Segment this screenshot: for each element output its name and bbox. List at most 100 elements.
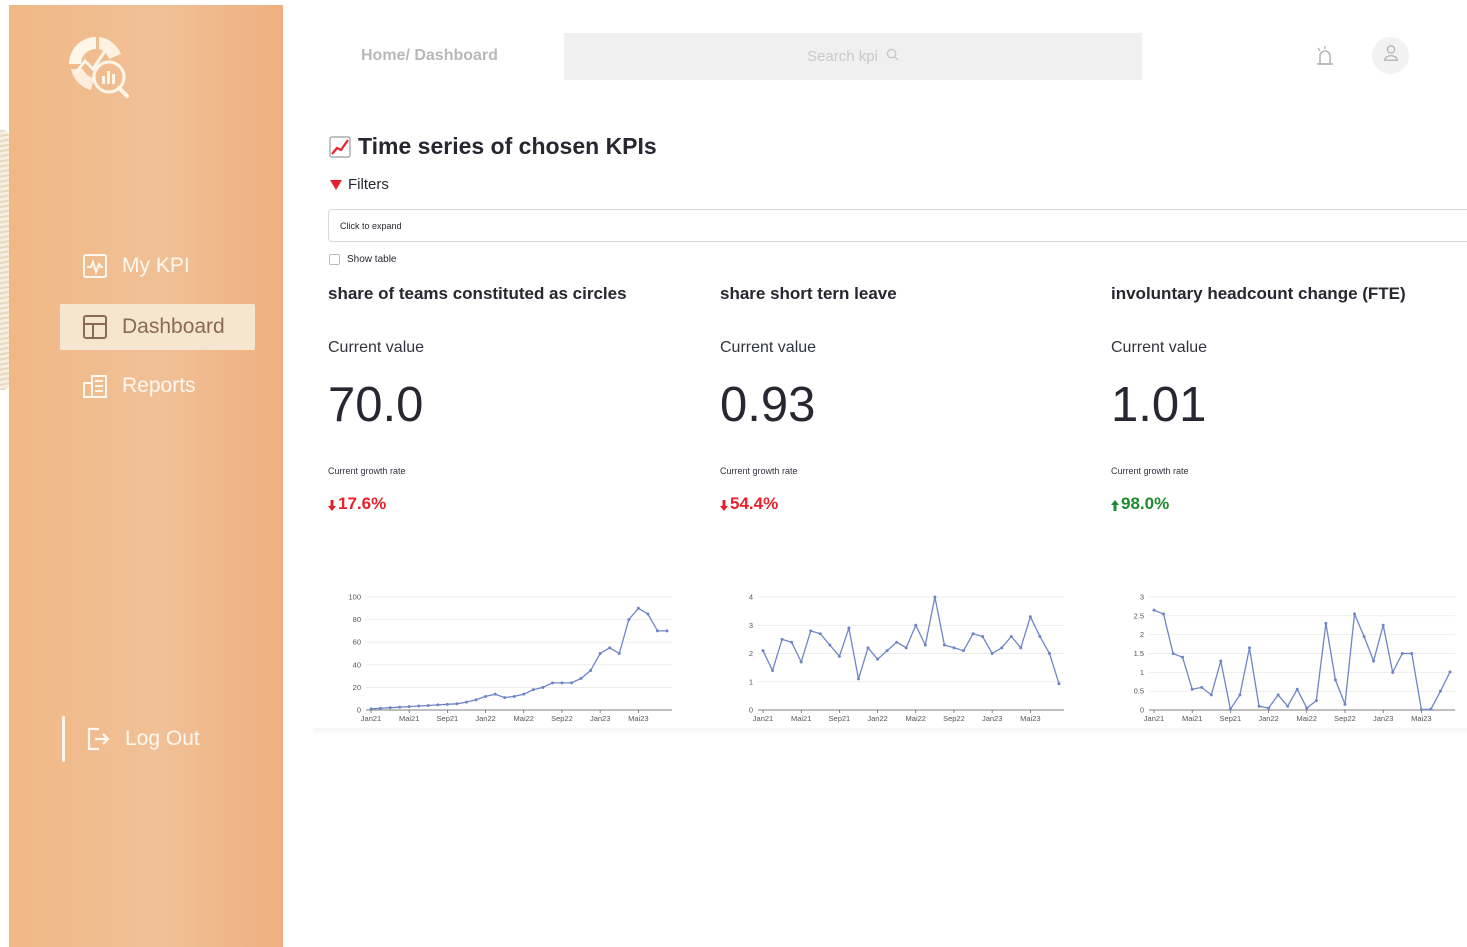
data-point <box>818 632 822 636</box>
y-tick-label: 80 <box>353 615 361 624</box>
data-point <box>407 705 411 709</box>
data-point <box>1038 635 1042 639</box>
data-point <box>933 595 937 599</box>
data-point <box>1448 670 1452 674</box>
y-tick-label: 2 <box>749 649 753 658</box>
data-point <box>445 702 449 706</box>
show-table-label: Show table <box>347 254 397 265</box>
data-point <box>1209 693 1213 697</box>
data-point <box>771 668 775 672</box>
data-point <box>503 696 507 700</box>
data-point <box>398 705 402 709</box>
data-point <box>990 652 994 655</box>
data-point <box>1219 659 1223 663</box>
kpi-name: involuntary headcount change (FTE) <box>1111 284 1406 303</box>
x-tick-label: Mai21 <box>791 714 811 723</box>
show-table-checkbox[interactable]: Show table <box>329 254 396 265</box>
app-logo-icon[interactable] <box>61 29 131 99</box>
filters-toggle[interactable]: Filters <box>330 176 389 193</box>
line-chart-svg[interactable]: 020406080100Jan21 Mai21 Sep21 Jan22 Mai22 Sep… <box>322 588 682 728</box>
data-point <box>1171 652 1175 655</box>
growth-value: 17.6% <box>338 493 387 513</box>
arrow-down-icon <box>328 497 336 512</box>
data-point <box>1047 652 1051 655</box>
sidebar-item-dashboard[interactable]: Dashboard <box>60 304 255 350</box>
data-point <box>1257 704 1261 708</box>
x-tick-label: Mai21 <box>399 714 419 723</box>
data-point <box>1305 706 1309 710</box>
kpi-line-chart[interactable]: 0 0.5 1 1.5 2 2.5 3 Jan21 Mai21 Sep21 Jan22 Mai22 Se… <box>1105 588 1465 728</box>
user-avatar[interactable] <box>1372 37 1409 74</box>
data-point <box>981 635 985 639</box>
data-point <box>474 698 478 702</box>
filters-expander[interactable]: Click to expand <box>328 209 1467 242</box>
x-tick-label: Mai22 <box>906 714 926 723</box>
data-point <box>1343 702 1347 706</box>
kpi-line-chart[interactable]: 0 20 40 60 80 100 Jan21 Mai21 Sep21 Jan22 Mai22 Sep… <box>322 588 682 728</box>
growth-rate: 98.0% <box>1111 494 1467 514</box>
section-divider <box>314 728 1467 736</box>
x-tick-label: Sep21 <box>829 714 851 723</box>
data-point <box>1419 708 1423 712</box>
data-point <box>493 692 497 696</box>
data-point <box>1438 689 1442 693</box>
x-tick-label: Jan22 <box>1258 714 1278 723</box>
breadcrumb[interactable]: Home/ Dashboard <box>361 47 498 65</box>
growth-rate: 54.4% <box>720 494 1090 514</box>
data-point <box>1391 670 1395 674</box>
series-line <box>1153 609 1451 711</box>
line-chart-svg[interactable]: 01234Jan21 Mai21 Sep21 Jan22 Mai22 Sep22 Jan23… <box>714 588 1074 728</box>
y-tick-label: 40 <box>353 660 361 669</box>
search-icon <box>886 48 899 65</box>
logout-button[interactable]: Log Out <box>69 716 249 762</box>
data-point <box>617 652 621 655</box>
data-point <box>895 640 899 644</box>
growth-rate-label: Current growth rate <box>1111 465 1189 476</box>
growth-rate-label: Current growth rate <box>328 465 406 476</box>
x-tick-label: Jan23 <box>1373 714 1393 723</box>
data-point <box>1362 635 1366 639</box>
data-point <box>1247 646 1251 650</box>
x-tick-label: Sep21 <box>1220 714 1242 723</box>
y-tick-label: 4 <box>749 593 753 602</box>
checkbox[interactable] <box>329 254 340 265</box>
data-point <box>761 649 765 653</box>
data-point <box>790 640 794 644</box>
arrow-down-icon <box>720 497 728 512</box>
search-input[interactable]: Search kpi <box>564 33 1142 80</box>
activity-icon <box>82 253 108 279</box>
notification-bell-icon[interactable] <box>1312 44 1338 70</box>
y-tick-label: 1.5 <box>1134 649 1144 658</box>
data-point <box>837 654 841 658</box>
triangle-down-icon <box>330 179 342 190</box>
data-point <box>655 629 659 633</box>
data-point <box>541 685 545 689</box>
sidebar-item-label: Dashboard <box>122 315 225 338</box>
x-tick-label: Jan21 <box>1144 714 1164 723</box>
x-tick-label: Mai22 <box>1297 714 1317 723</box>
data-point <box>1295 687 1299 691</box>
current-value-label: Current value <box>1111 339 1208 356</box>
data-point <box>1190 687 1194 691</box>
kpi-line-chart[interactable]: 0 1 2 3 4 Jan21 Mai21 Sep21 Jan22 Mai22 Sep22 Jan23… <box>714 588 1074 728</box>
current-value-label: Current value <box>328 339 425 356</box>
data-point <box>646 612 650 616</box>
kpi-name: share of teams constituted as circles <box>328 284 627 303</box>
data-point <box>522 692 526 696</box>
data-point <box>942 643 946 647</box>
data-point <box>1267 706 1271 710</box>
data-point <box>579 676 583 680</box>
sidebar-item-reports[interactable]: Reports <box>60 363 255 409</box>
data-point <box>828 643 832 647</box>
data-point <box>1324 621 1328 625</box>
line-chart-svg[interactable]: 00.511.522.53Jan21 Mai21 Sep21 Jan22 Mai22 Se… <box>1105 588 1465 728</box>
series-line <box>762 596 1060 684</box>
search-placeholder: Search kpi <box>807 48 878 65</box>
data-point <box>1286 704 1290 708</box>
data-point <box>388 706 392 710</box>
data-point <box>560 681 564 685</box>
sidebar-item-my-kpi[interactable]: My KPI <box>60 243 255 289</box>
y-tick-label: 3 <box>1140 593 1144 602</box>
data-point <box>1410 652 1414 655</box>
data-point <box>531 688 535 692</box>
